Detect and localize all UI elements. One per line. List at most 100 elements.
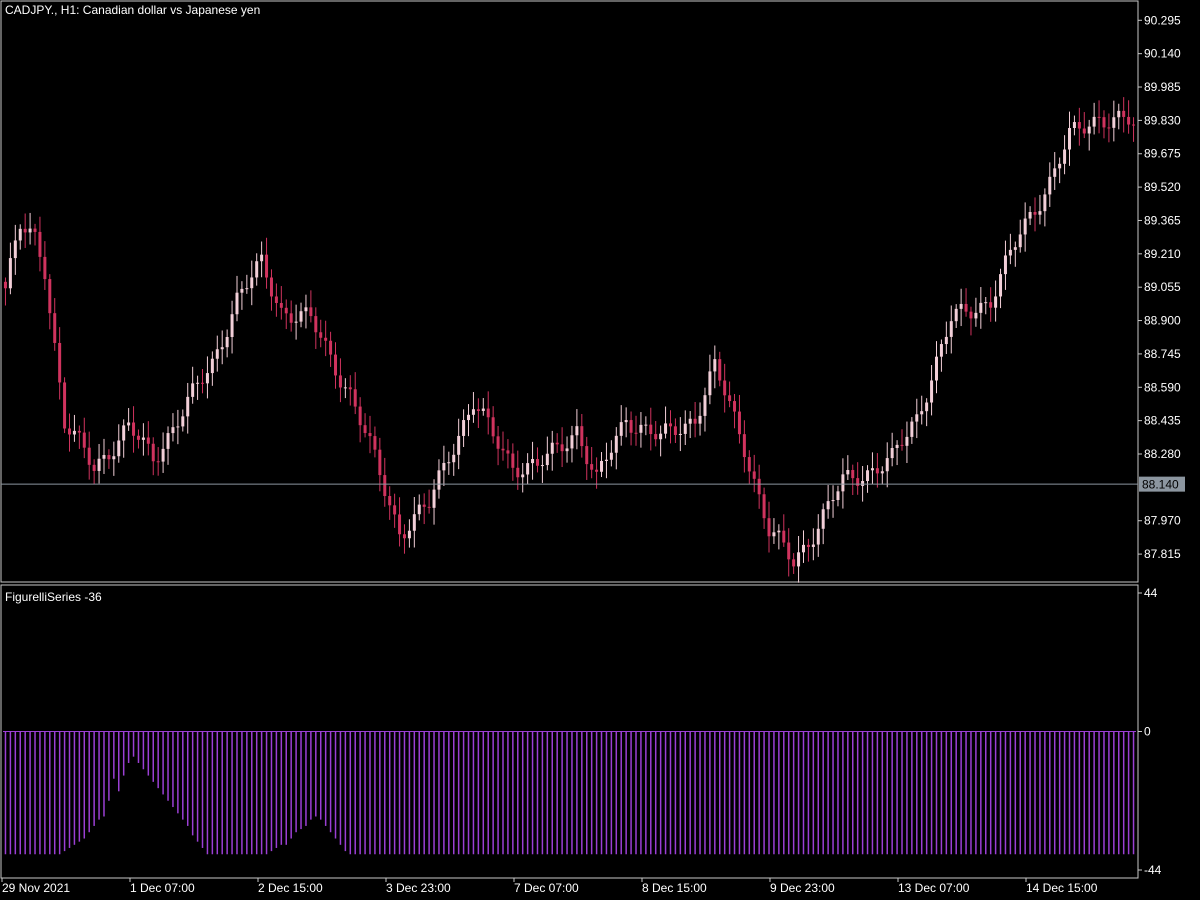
candle-body — [240, 288, 244, 293]
candle-body — [570, 435, 574, 449]
candle-body — [777, 530, 781, 533]
candle-body — [1067, 127, 1071, 150]
candle-body — [274, 296, 278, 303]
candle-body — [841, 474, 845, 492]
candle-body — [890, 448, 894, 459]
candle-body — [1043, 194, 1047, 212]
candle-body — [885, 458, 889, 472]
candle-body — [334, 354, 338, 376]
candle-body — [999, 274, 1003, 297]
candle-body — [678, 433, 682, 435]
candle-body — [910, 421, 914, 437]
candle-body — [801, 544, 805, 553]
current-price-tag: 88.140 — [1139, 476, 1185, 492]
candle-body — [13, 240, 17, 259]
candle-body — [673, 426, 677, 435]
candle-body — [486, 408, 490, 418]
candle-body — [984, 302, 988, 304]
candle-body — [1077, 122, 1081, 129]
candle-body — [230, 314, 234, 337]
candle-body — [33, 228, 37, 232]
candle-body — [575, 426, 579, 436]
time-axis: 29 Nov 2021 1 Dec 07:00 2 Dec 15:00 3 Dec 2… — [1, 878, 1098, 895]
candle-body — [127, 422, 131, 426]
candle-body — [255, 261, 259, 278]
time-tick-label: 1 Dec 07:00 — [130, 881, 195, 895]
candle-body — [516, 467, 520, 478]
candle-body — [28, 228, 32, 233]
price-tick-label: 89.830 — [1144, 113, 1181, 127]
candle-body — [402, 534, 406, 539]
price-tick-label: 90.295 — [1144, 13, 1181, 27]
candle-body — [447, 462, 451, 464]
candle-body — [112, 456, 116, 460]
candle-body — [979, 302, 983, 313]
candle-body — [683, 423, 687, 434]
candle-body — [752, 471, 756, 479]
candle-body — [806, 544, 810, 547]
candle-body — [176, 426, 180, 428]
candle-body — [299, 311, 303, 322]
price-tick-label: 89.210 — [1144, 247, 1181, 261]
candle-body — [309, 307, 313, 317]
candle-body — [87, 447, 91, 465]
candle-body — [668, 423, 672, 427]
candle-body — [954, 308, 958, 322]
candle-body — [521, 474, 525, 478]
candle-body — [43, 256, 47, 280]
candle-body — [723, 380, 727, 396]
candle-body — [161, 448, 165, 462]
candle-body — [141, 437, 145, 440]
candle-body — [432, 489, 436, 508]
candle-body — [565, 448, 569, 452]
time-tick-label: 14 Dec 15:00 — [1026, 881, 1098, 895]
candle-body — [171, 427, 175, 434]
candle-body — [733, 401, 737, 412]
candle-body — [373, 436, 377, 450]
candle-body — [1063, 149, 1067, 164]
candle-body — [186, 396, 190, 417]
candle-body — [816, 528, 820, 545]
candle-body — [82, 432, 86, 448]
price-tick-label: 89.365 — [1144, 213, 1181, 227]
current-price-tag-label: 88.140 — [1142, 478, 1179, 492]
candle-body — [767, 518, 771, 537]
candle-body — [388, 496, 392, 506]
time-tick-label: 13 Dec 07:00 — [898, 881, 970, 895]
candle-body — [900, 444, 904, 446]
candle-body — [53, 313, 57, 343]
candle-body — [1102, 117, 1106, 128]
candle-body — [117, 440, 121, 457]
candle-body — [624, 420, 628, 423]
candle-body — [1033, 212, 1037, 215]
candle-body — [920, 411, 924, 415]
candle-body — [284, 307, 288, 314]
candle-body — [718, 359, 722, 381]
candle-body — [245, 288, 249, 290]
candle-body — [925, 402, 929, 412]
candle-body — [122, 425, 126, 441]
candle-body — [481, 408, 485, 411]
price-tick-label: 87.970 — [1144, 514, 1181, 528]
candle-body — [1112, 117, 1116, 128]
trading-chart[interactable]: CADJPY., H1: Canadian dollar vs Japanese… — [0, 0, 1200, 900]
candle-body — [506, 450, 510, 454]
candle-body — [1003, 255, 1007, 275]
price-tick-label: 90.140 — [1144, 47, 1181, 61]
candle-body — [38, 231, 42, 257]
price-tick-label: 88.435 — [1144, 414, 1181, 428]
time-tick-label: 7 Dec 07:00 — [514, 881, 579, 895]
candle-body — [467, 414, 471, 421]
candle-body — [742, 434, 746, 458]
candle-body — [77, 430, 81, 433]
candle-body — [580, 426, 584, 447]
candle-body — [895, 444, 899, 449]
candle-body — [659, 433, 663, 440]
candle-body — [166, 433, 170, 449]
candle-body — [831, 500, 835, 502]
indicator-caption: FigurelliSeries -36 — [5, 590, 102, 604]
candle-body — [348, 387, 352, 390]
candle-body — [279, 302, 283, 308]
candle-body — [531, 459, 535, 464]
candle-body — [58, 342, 62, 383]
